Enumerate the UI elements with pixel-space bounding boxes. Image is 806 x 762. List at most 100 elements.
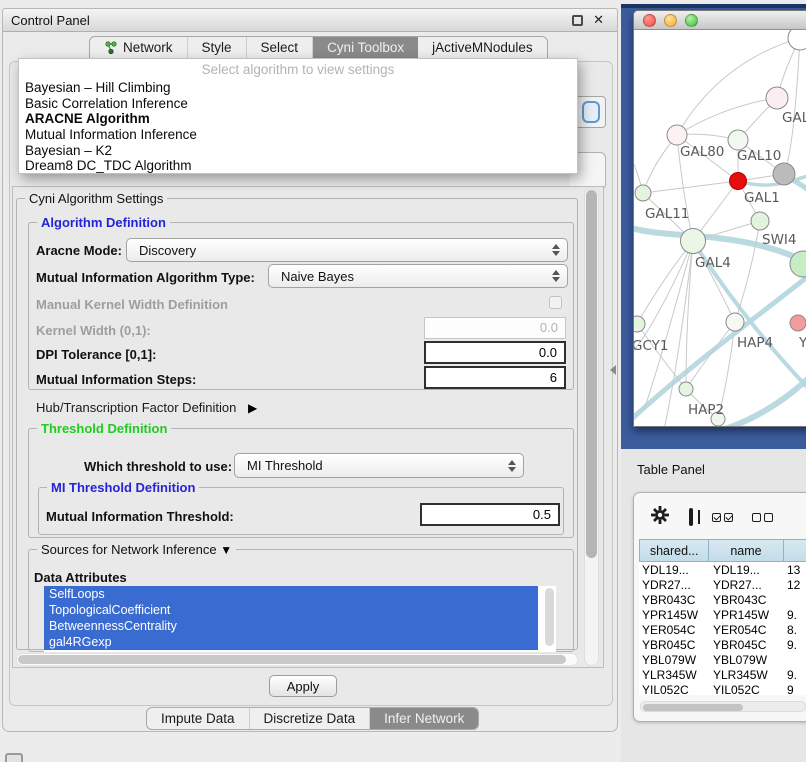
- cell-name: YBR043C: [711, 593, 787, 607]
- settings-hscrollbar-thumb[interactable]: [18, 655, 566, 664]
- table-row[interactable]: YER054C YER054C 8.: [639, 622, 806, 637]
- network-graph: GAL GAL80 GAL10 GAL1 GAL11 SWI4 GAL4 GCY…: [634, 30, 806, 427]
- column-header-shared-name[interactable]: shared...: [639, 539, 709, 562]
- table-hscrollbar-track[interactable]: [640, 701, 806, 712]
- dpi-tolerance-input[interactable]: 0.0: [424, 341, 566, 364]
- algorithm-option[interactable]: Bayesian – K2: [19, 143, 577, 159]
- mi-type-label: Mutual Information Algorithm Type:: [36, 270, 255, 285]
- mi-type-value: Naive Bayes: [281, 269, 354, 284]
- node-gal10[interactable]: [728, 130, 748, 150]
- aracne-mode-label: Aracne Mode:: [36, 243, 122, 258]
- algorithm-option[interactable]: ARACNE Algorithm: [19, 111, 577, 127]
- node-salmon[interactable]: [790, 315, 806, 331]
- settings-vscrollbar-thumb[interactable]: [586, 190, 597, 558]
- node-table: shared... name YDL19... YDL19... 13 YDR2…: [639, 539, 806, 695]
- node-gal1[interactable]: [730, 173, 747, 190]
- column-header-partial[interactable]: [784, 539, 806, 562]
- data-attributes-listbox[interactable]: SelfLoopsTopologicalCoefficientBetweenne…: [44, 586, 556, 652]
- deselect-all-checkboxes-icon[interactable]: [752, 513, 773, 522]
- table-row[interactable]: YBL079W YBL079W: [639, 652, 806, 667]
- node-label: HAP4: [737, 335, 773, 351]
- network-canvas[interactable]: GAL GAL80 GAL10 GAL1 GAL11 SWI4 GAL4 GCY…: [634, 30, 806, 427]
- node-hap2[interactable]: [679, 382, 693, 396]
- algorithm-option[interactable]: Basic Correlation Inference: [19, 96, 577, 112]
- manual-kernel-checkbox[interactable]: [549, 296, 562, 309]
- data-attribute-option[interactable]: TopologicalCoefficient: [44, 602, 538, 618]
- node-label: GAL10: [737, 148, 781, 164]
- close-traffic-light-icon[interactable]: [643, 14, 656, 27]
- cell-name: YER054C: [711, 623, 787, 637]
- mi-threshold-label: Mutual Information Threshold:: [46, 509, 234, 524]
- minimize-traffic-light-icon[interactable]: [664, 14, 677, 27]
- tab-select[interactable]: Select: [247, 37, 314, 58]
- table-row[interactable]: YDR27... YDR27... 12: [639, 577, 806, 592]
- node-gal-cut[interactable]: [766, 87, 788, 109]
- kernel-width-input[interactable]: 0.0: [424, 317, 566, 339]
- cell-shared-name: YBL079W: [639, 653, 711, 667]
- network-window-titlebar[interactable]: [634, 11, 806, 30]
- select-all-checkboxes-icon[interactable]: [712, 513, 733, 522]
- cell-value: 13: [787, 563, 806, 577]
- expanded-arrow-icon[interactable]: ▼: [220, 543, 232, 557]
- node-swi4[interactable]: [751, 212, 769, 230]
- table-hscrollbar-thumb[interactable]: [643, 704, 743, 711]
- cell-shared-name: YDL19...: [639, 563, 711, 577]
- cell-shared-name: YBR043C: [639, 593, 711, 607]
- listbox-scrollbar[interactable]: [545, 588, 554, 646]
- float-window-icon[interactable]: [572, 15, 583, 26]
- node-gal80[interactable]: [667, 125, 687, 145]
- table-row[interactable]: YBR043C YBR043C: [639, 592, 806, 607]
- table-row[interactable]: YDL19... YDL19... 13: [639, 562, 806, 577]
- data-attribute-option[interactable]: gal4RGexp: [44, 634, 538, 650]
- control-panel-titlebar[interactable]: Control Panel ✕: [3, 9, 617, 32]
- table-toolbar: [640, 503, 806, 531]
- network-view-window: GAL GAL80 GAL10 GAL1 GAL11 SWI4 GAL4 GCY…: [633, 10, 806, 427]
- algorithm-option[interactable]: Dream8 DC_TDC Algorithm: [19, 158, 577, 174]
- cell-name: YBL079W: [711, 653, 787, 667]
- node-gal11[interactable]: [635, 185, 651, 201]
- node-hap4[interactable]: [726, 313, 744, 331]
- algorithm-option[interactable]: Bayesian – Hill Climbing: [19, 80, 577, 96]
- desktop-top-edge: [621, 4, 806, 8]
- node-label: GAL80: [680, 144, 724, 160]
- tab-impute-data[interactable]: Impute Data: [147, 708, 250, 729]
- node-partial-top[interactable]: [788, 30, 806, 50]
- data-attribute-option[interactable]: BetweennessCentrality: [44, 618, 538, 634]
- mi-type-select[interactable]: Naive Bayes: [268, 264, 568, 288]
- close-icon[interactable]: ✕: [593, 12, 604, 28]
- tab-style[interactable]: Style: [188, 37, 247, 58]
- split-panes-icon[interactable]: [689, 508, 693, 526]
- data-attribute-option[interactable]: SelfLoops: [44, 586, 538, 602]
- hub-definition-toggle[interactable]: Hub/Transcription Factor Definition ▶: [36, 400, 257, 415]
- node-label: HAP2: [688, 402, 724, 418]
- table-row[interactable]: YIL052C YIL052C 9: [639, 682, 806, 695]
- mi-threshold-input[interactable]: 0.5: [420, 503, 560, 526]
- algorithm-option[interactable]: Mutual Information Inference: [19, 127, 577, 143]
- tab-jactivemnodules[interactable]: jActiveMNodules: [418, 37, 547, 58]
- apply-button[interactable]: Apply: [269, 675, 337, 697]
- tab-infer-network[interactable]: Infer Network: [370, 708, 478, 729]
- which-threshold-select[interactable]: MI Threshold: [234, 453, 524, 478]
- tab-cyni-toolbox[interactable]: Cyni Toolbox: [313, 37, 418, 58]
- node-label: GAL1: [744, 190, 780, 206]
- zoom-traffic-light-icon[interactable]: [685, 14, 698, 27]
- node-gcy1[interactable]: [634, 316, 645, 332]
- tab-discretize-data[interactable]: Discretize Data: [250, 708, 371, 729]
- node-gal4[interactable]: [681, 229, 706, 254]
- node-gray[interactable]: [773, 163, 795, 185]
- manual-kernel-label: Manual Kernel Width Definition: [36, 297, 228, 312]
- table-row[interactable]: YBR045C YBR045C 9.: [639, 637, 806, 652]
- aracne-mode-select[interactable]: Discovery: [126, 238, 568, 262]
- cell-shared-name: YPR145W: [639, 608, 711, 622]
- node-label: Y: [798, 335, 806, 351]
- table-row[interactable]: YLR345W YLR345W 9.: [639, 667, 806, 682]
- table-row[interactable]: YPR145W YPR145W 9.: [639, 607, 806, 622]
- sources-title-text: Sources for Network Inference: [41, 542, 217, 557]
- minimized-panel-icon[interactable]: [5, 753, 23, 762]
- splitter-collapse-icon[interactable]: [610, 365, 616, 375]
- mi-steps-input[interactable]: 6: [424, 366, 566, 389]
- tab-cyni-toolbox-label: Cyni Toolbox: [327, 40, 404, 55]
- column-header-name[interactable]: name: [709, 539, 783, 562]
- tab-network[interactable]: Network: [90, 37, 188, 58]
- gear-icon[interactable]: [650, 505, 670, 530]
